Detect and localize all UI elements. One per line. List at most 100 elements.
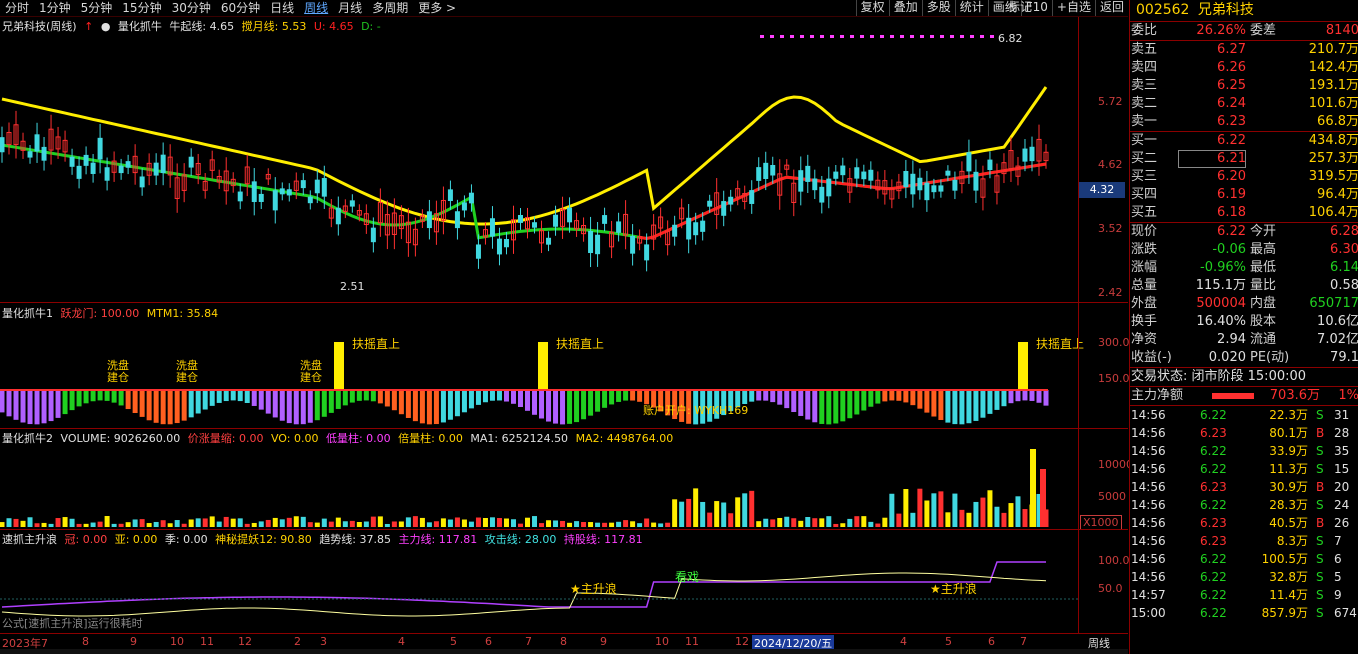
tick-list: 14:56 6.22 22.3万 S 31 14:56 6.23 80.1万 B 28 14:56 6…: [1130, 406, 1358, 622]
mtm-bar: [405, 390, 411, 418]
volume-bar: [251, 522, 257, 527]
volume-bar: [560, 520, 566, 527]
mtm-bar: [230, 390, 236, 401]
mtm-bar: [994, 390, 1000, 410]
period-tab[interactable]: 30分钟: [167, 0, 216, 16]
signal-dot: [820, 35, 824, 38]
panel3-a: 价涨量缩: 0.00: [187, 432, 264, 445]
panel-divider: [0, 529, 1128, 530]
candle-body: [251, 181, 257, 203]
period-tab[interactable]: 月线: [333, 0, 367, 16]
buys-row[interactable]: 买四 6.19 96.4万: [1130, 186, 1358, 204]
trade-state-text: 交易状态: 闭市阶段 15:00:00: [1131, 369, 1307, 384]
volume-bar: [433, 521, 439, 527]
mtm-bar: [763, 390, 769, 401]
mark-button[interactable]: 标记: [1004, 0, 1036, 15]
indicator-toggle-icon[interactable]: ●: [101, 20, 111, 33]
period-tab[interactable]: 日线: [265, 0, 299, 16]
mtm-bar: [321, 390, 327, 417]
buys-row[interactable]: 买一 6.22 434.8万: [1130, 132, 1358, 150]
tick-count: 674: [1334, 606, 1357, 620]
kanxi-label: 看戏: [675, 570, 700, 584]
volume-bar: [181, 523, 187, 527]
action-buttons: 标记 复权 叠加 多股 统计 画线 F10 +自选 返回: [855, 0, 1128, 16]
tick-volume: 11.3万: [1269, 462, 1308, 476]
mtm-bar: [398, 390, 404, 415]
level-volume: 434.8万: [1308, 133, 1358, 148]
mtm-bar: [1001, 390, 1007, 407]
stat-key: 外盘: [1131, 296, 1158, 311]
sells-row[interactable]: 卖五 6.27 210.7万: [1130, 41, 1358, 59]
mtm-bar: [13, 390, 19, 420]
mtm-bar: [1036, 390, 1042, 403]
volume-bar: [90, 522, 96, 527]
stat-value: 6.28: [1330, 224, 1358, 239]
level-volume: 210.7万: [1308, 42, 1358, 57]
tick-row: 14:57 6.22 11.4万 S 9: [1130, 586, 1358, 604]
stat-key: 收益(-): [1131, 350, 1172, 365]
tick-count: 26: [1334, 516, 1350, 530]
period-tab[interactable]: 1分钟: [34, 0, 76, 16]
stat-row: 总量 115.1万 量比 0.58: [1130, 277, 1358, 295]
stock-code: 002562: [1136, 2, 1190, 18]
candle-body: [118, 165, 124, 174]
period-tab[interactable]: 更多 >: [413, 0, 461, 16]
signal-dot: [760, 35, 764, 38]
period-tab[interactable]: 15分钟: [117, 0, 166, 16]
volume-bar: [216, 521, 222, 527]
period-tab[interactable]: 多周期: [367, 0, 413, 16]
volume-bar: [125, 522, 131, 527]
buys-row[interactable]: 买二 6.21 257.3万: [1130, 150, 1358, 168]
volume-bar: [553, 520, 559, 527]
mtm-bar: [847, 390, 853, 419]
tick-volume: 33.9万: [1269, 444, 1308, 458]
sells-row[interactable]: 卖一 6.23 66.8万: [1130, 113, 1358, 131]
date-tick: 11: [685, 635, 699, 648]
toolbar-action-button[interactable]: 多股: [921, 0, 955, 16]
tick-side: S: [1316, 534, 1324, 548]
period-tab[interactable]: 5分钟: [76, 0, 118, 16]
stat-key: 净资: [1131, 332, 1158, 347]
volume-bar: [994, 506, 1000, 527]
sells-row[interactable]: 卖四 6.26 142.4万: [1130, 59, 1358, 77]
toolbar-action-button[interactable]: 叠加: [888, 0, 922, 16]
panel3-d: 倍量柱: 0.00: [398, 432, 463, 445]
toolbar-action-button[interactable]: 返回: [1094, 0, 1128, 16]
signal-dot: [890, 35, 894, 38]
volume-bar: [665, 522, 671, 527]
mtm-bar: [896, 390, 902, 401]
period-tab[interactable]: 60分钟: [216, 0, 265, 16]
volume-bar: [609, 522, 615, 527]
candle-body: [644, 244, 650, 261]
tick-volume: 80.1万: [1269, 426, 1308, 440]
period-tab[interactable]: 分时: [0, 0, 34, 16]
volume-bar: [861, 516, 867, 527]
buys-row[interactable]: 买三 6.20 319.5万: [1130, 168, 1358, 186]
toolbar-action-button[interactable]: 复权: [855, 0, 889, 16]
kline-chart[interactable]: [0, 17, 1128, 649]
mtm-bar: [391, 390, 397, 411]
sells-row[interactable]: 卖三 6.25 193.1万: [1130, 77, 1358, 95]
mtm-bar: [938, 390, 944, 420]
toolbar-action-button[interactable]: +自选: [1051, 0, 1095, 16]
panel3-c: 低量柱: 0.00: [325, 432, 391, 445]
buys-row[interactable]: 买五 6.18 106.4万: [1130, 204, 1358, 222]
mtm-bar: [104, 390, 110, 401]
mtm-bar: [20, 390, 26, 423]
period-tab[interactable]: 周线: [299, 0, 333, 16]
bottom-scroll-bar[interactable]: [0, 649, 1128, 654]
tick-volume: 100.5万: [1261, 552, 1308, 566]
toolbar-action-button[interactable]: 统计: [954, 0, 988, 16]
label-line: 建仓: [300, 371, 322, 384]
mtm-bar: [489, 390, 495, 401]
volume-bar: [335, 517, 341, 527]
mtm-bar: [987, 390, 993, 414]
sells-row[interactable]: 卖二 6.24 101.6万: [1130, 95, 1358, 113]
volume-bar: [342, 521, 348, 527]
candle-body: [931, 185, 937, 193]
y-tick: 10000: [1098, 458, 1133, 471]
candle-body: [602, 215, 608, 224]
level-label: 卖五: [1131, 42, 1158, 57]
y-tick: 300.0: [1098, 336, 1130, 349]
date-tick: 6: [485, 635, 492, 648]
